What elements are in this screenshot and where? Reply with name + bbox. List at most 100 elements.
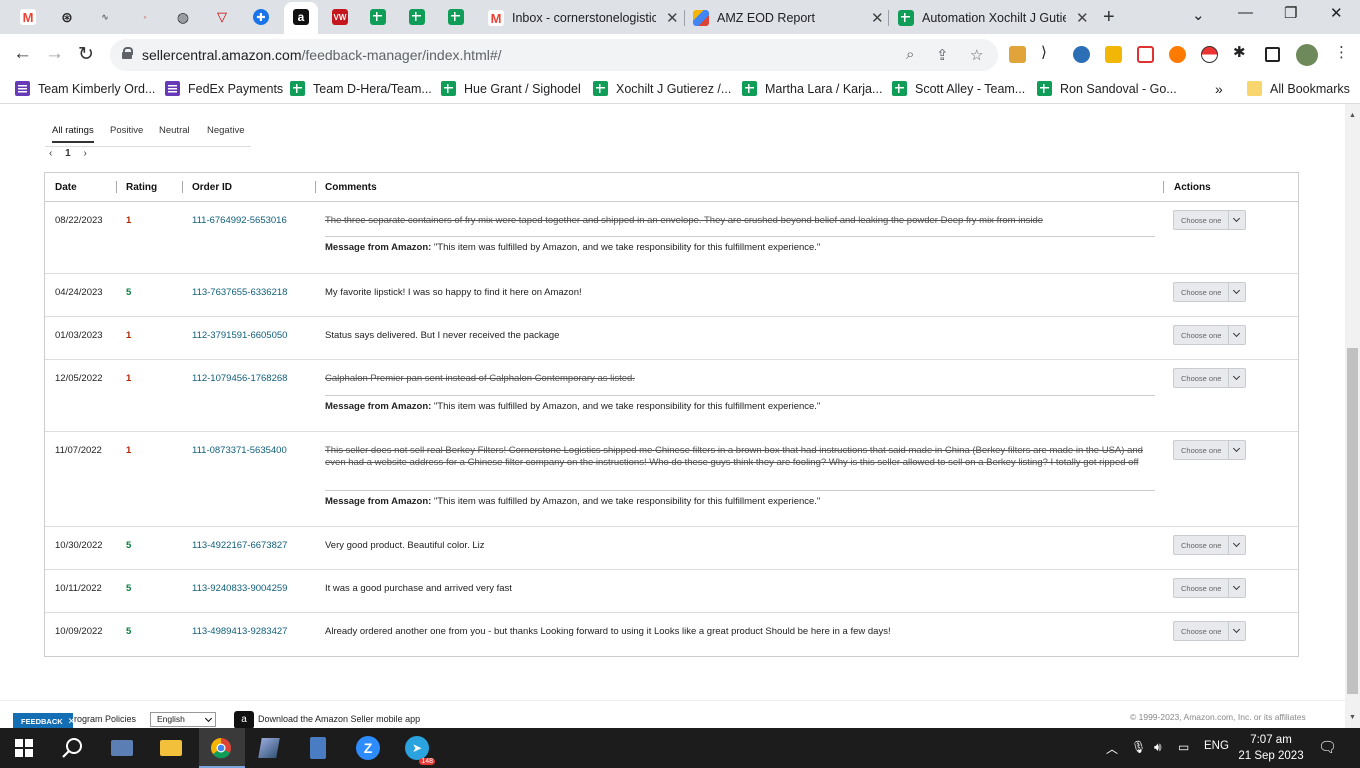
chrome-icon[interactable] — [209, 736, 233, 760]
extension-icon[interactable] — [1137, 46, 1154, 63]
next-page-button[interactable]: › — [83, 148, 86, 159]
tab-inbox[interactable]: M Inbox - cornerstonelogistic ✕ — [488, 4, 679, 32]
tab-automation[interactable]: Automation Xochilt J Gutie ✕ — [898, 4, 1089, 32]
restore-button[interactable]: ❐ — [1284, 4, 1297, 22]
tab-amz-eod[interactable]: AMZ EOD Report ✕ — [693, 4, 884, 32]
col-date[interactable]: Date — [55, 182, 77, 193]
reload-button[interactable]: ↻ — [78, 43, 94, 66]
page-number[interactable]: 1 — [65, 148, 71, 159]
all-bookmarks[interactable]: All Bookmarks — [1247, 81, 1350, 96]
zoom-app-icon[interactable]: Z — [356, 736, 380, 760]
tab-negative[interactable]: Negative — [207, 125, 245, 136]
calculator-icon[interactable] — [306, 736, 330, 760]
lock-icon[interactable] — [122, 47, 133, 59]
more-bookmarks-icon[interactable]: » — [1215, 81, 1223, 97]
program-policies-link[interactable]: rogram Policies — [74, 714, 136, 724]
order-id-link[interactable]: 112-3791591-6605050 — [192, 330, 287, 341]
sheets-tab-2[interactable] — [402, 5, 432, 29]
tab-neutral[interactable]: Neutral — [159, 125, 190, 136]
extension-icon[interactable] — [1105, 46, 1122, 63]
page-scrollbar[interactable]: ▲ ▼ — [1345, 104, 1360, 728]
tray-chevron-up-icon[interactable]: ︿ — [1106, 740, 1118, 757]
close-window-button[interactable]: ✕ — [1330, 4, 1343, 22]
pinned-tab-9[interactable]: VW — [325, 5, 355, 29]
notifications-icon[interactable]: 🗨︎ — [1318, 738, 1337, 756]
action-dropdown[interactable]: Choose one — [1173, 325, 1246, 345]
bookmark-scott[interactable]: Scott Alley - Team... — [892, 81, 1025, 96]
order-id-link[interactable]: 112-1079456-1768268 — [192, 373, 287, 384]
amazon-tab[interactable]: a — [286, 5, 316, 29]
bookmark-hue-grant[interactable]: Hue Grant / Sighodel — [441, 81, 581, 96]
openai-tab[interactable]: ⊛ — [52, 5, 82, 29]
action-dropdown[interactable]: Choose one — [1173, 578, 1246, 598]
pinned-tab-5[interactable]: ◍ — [168, 5, 198, 29]
input-language[interactable]: ENG — [1204, 740, 1229, 752]
back-button[interactable]: ← — [13, 43, 32, 65]
microphone-icon[interactable]: 🎙︎ — [1131, 740, 1146, 754]
order-id-link[interactable]: 113-4922167-6673827 — [192, 540, 287, 551]
app-icon[interactable] — [110, 736, 134, 760]
pinned-tab-3[interactable]: ∿ — [90, 5, 120, 29]
action-dropdown[interactable]: Choose one — [1173, 535, 1246, 555]
order-id-link[interactable]: 111-6764992-5653016 — [192, 215, 287, 226]
feedback-button[interactable]: FEEDBACK ✕ — [13, 713, 75, 729]
avatar[interactable] — [1296, 44, 1318, 66]
download-app-link[interactable]: Download the Amazon Seller mobile app — [258, 714, 420, 724]
extension-icon[interactable] — [1009, 46, 1026, 63]
telegram-icon[interactable]: ➤ 148 — [405, 736, 435, 765]
bookmark-team-kimberly[interactable]: Team Kimberly Ord... — [15, 81, 155, 96]
bookmark-martha[interactable]: Martha Lara / Karja... — [742, 81, 882, 96]
network-icon[interactable]: ▭ — [1178, 740, 1189, 754]
pinned-tab-4[interactable]: ◦ — [130, 5, 160, 29]
sheets-tab-1[interactable] — [363, 5, 393, 29]
order-id-link[interactable]: 113-9240833-9004259 — [192, 583, 287, 594]
bookmark-team-dhera[interactable]: Team D-Hera/Team... — [290, 81, 432, 96]
order-id-link[interactable]: 113-4989413-9283427 — [192, 626, 287, 637]
scrollbar-thumb[interactable] — [1347, 348, 1358, 694]
app-icon[interactable] — [257, 736, 281, 760]
action-dropdown[interactable]: Choose one — [1173, 210, 1246, 230]
action-dropdown[interactable]: Choose one — [1173, 621, 1246, 641]
bookmark-xochilt[interactable]: Xochilt J Gutierez /... — [593, 81, 731, 96]
scroll-down-icon[interactable]: ▼ — [1349, 714, 1356, 721]
col-order-id[interactable]: Order ID — [192, 182, 232, 193]
col-rating[interactable]: Rating — [126, 182, 157, 193]
share-icon[interactable]: ⇪ — [936, 46, 949, 64]
new-tab-button[interactable]: + — [1103, 6, 1115, 29]
action-dropdown[interactable]: Choose one — [1173, 282, 1246, 302]
close-tab-icon[interactable]: ✕ — [1076, 9, 1089, 27]
windows-start-icon[interactable] — [12, 736, 36, 760]
zoom-icon[interactable]: ⌕ — [906, 46, 914, 63]
extension-icon[interactable] — [1169, 46, 1186, 63]
gmail-tab[interactable]: M — [13, 5, 43, 29]
tab-all-ratings[interactable]: All ratings — [52, 125, 94, 143]
search-icon[interactable] — [60, 736, 84, 760]
minimize-button[interactable]: — — [1238, 4, 1253, 21]
pinned-tab-6[interactable]: ▽ — [207, 5, 237, 29]
order-id-link[interactable]: 113-7637655-6336218 — [192, 287, 287, 298]
language-select[interactable]: English — [150, 712, 216, 727]
amazon-app-icon[interactable]: a — [234, 711, 254, 729]
action-dropdown[interactable]: Choose one — [1173, 440, 1246, 460]
pokeball-icon[interactable] — [1201, 46, 1218, 63]
tab-positive[interactable]: Positive — [110, 125, 143, 136]
close-tab-icon[interactable]: ✕ — [666, 9, 679, 27]
scroll-up-icon[interactable]: ▲ — [1349, 112, 1356, 119]
tab-search-icon[interactable]: ⌄ — [1192, 6, 1205, 24]
prev-page-button[interactable]: ‹ — [49, 148, 52, 159]
close-tab-icon[interactable]: ✕ — [871, 9, 884, 27]
action-dropdown[interactable]: Choose one — [1173, 368, 1246, 388]
kebab-menu-icon[interactable]: ⋮ — [1334, 43, 1351, 61]
system-clock[interactable]: 7:07 am 21 Sep 2023 — [1236, 732, 1306, 764]
forward-button[interactable]: → — [45, 43, 64, 65]
address-bar[interactable]: sellercentral.amazon.com/feedback-manage… — [110, 39, 998, 71]
bookmark-ron[interactable]: Ron Sandoval - Go... — [1037, 81, 1177, 96]
volume-icon[interactable]: 🔊︎ — [1154, 740, 1162, 755]
puzzle-icon[interactable]: ✱ — [1233, 43, 1250, 61]
order-id-link[interactable]: 111-0873371-5635400 — [192, 445, 287, 456]
side-panel-icon[interactable] — [1265, 47, 1280, 62]
extension-icon[interactable]: ⟩ — [1041, 43, 1058, 61]
extension-icon[interactable] — [1073, 46, 1090, 63]
bookmark-star-icon[interactable]: ☆ — [970, 46, 983, 64]
sheets-tab-3[interactable] — [441, 5, 471, 29]
